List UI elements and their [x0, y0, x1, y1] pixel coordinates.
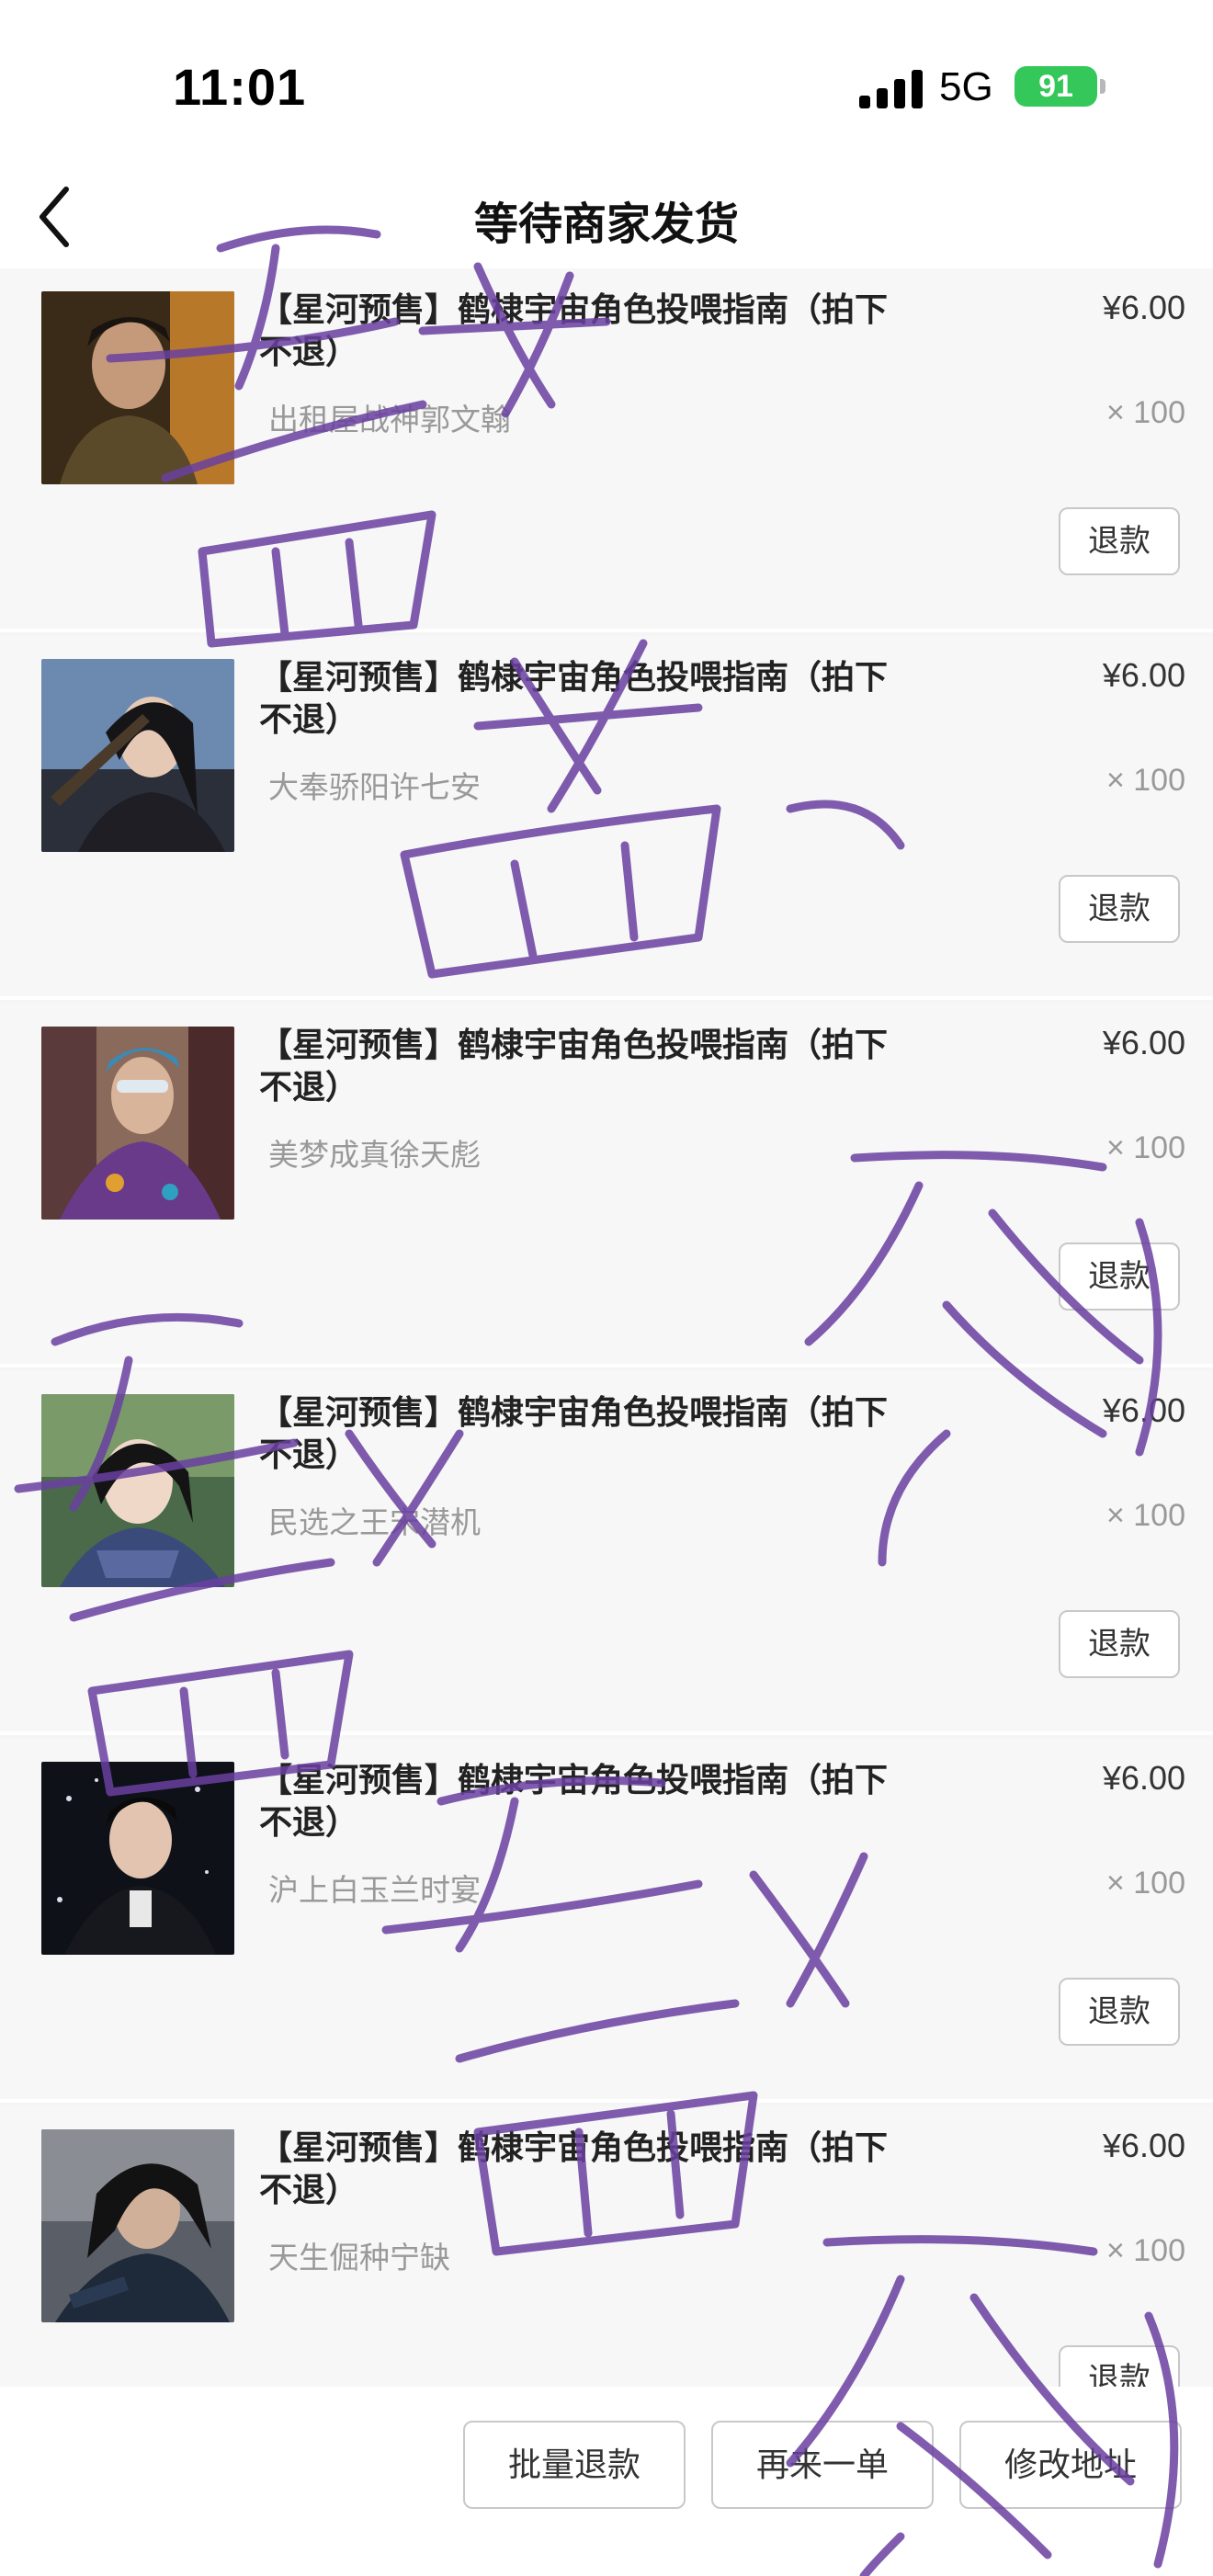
app-screen: 11:01 5G 91 等待商家发货 【星河预售】鹤棣宇宙角色投喂指南（拍下不退…: [0, 0, 1213, 2576]
product-quantity: × 100: [1105, 763, 1185, 798]
refund-button[interactable]: 退款: [1059, 1978, 1180, 2046]
product-title: 【星河预售】鹤棣宇宙角色投喂指南（拍下不退）: [259, 2128, 889, 2208]
product-price: ¥6.00: [1102, 1391, 1185, 1429]
signal-icon: [859, 68, 924, 108]
status-time: 11:01: [173, 58, 307, 116]
product-quantity: × 100: [1105, 1866, 1185, 1901]
product-quantity: × 100: [1105, 395, 1185, 430]
product-thumbnail[interactable]: [41, 2129, 234, 2322]
product-variant: 沪上白玉兰时宴: [268, 1873, 481, 1907]
product-title: 【星河预售】鹤棣宇宙角色投喂指南（拍下不退）: [259, 290, 889, 370]
product-variant: 出租屋战神郭文翰: [268, 403, 511, 437]
product-variant: 美梦成真徐天彪: [268, 1138, 481, 1172]
product-price: ¥6.00: [1102, 1024, 1185, 1061]
product-title: 【星河预售】鹤棣宇宙角色投喂指南（拍下不退）: [259, 658, 889, 738]
product-title: 【星河预售】鹤棣宇宙角色投喂指南（拍下不退）: [259, 1026, 889, 1106]
battery-tip: [1100, 79, 1105, 94]
order-item: 【星河预售】鹤棣宇宙角色投喂指南（拍下不退） 大奉骄阳许七安 ¥6.00 × 1…: [0, 636, 1213, 1000]
product-quantity: × 100: [1105, 2233, 1185, 2268]
edit-address-button[interactable]: 修改地址: [959, 2421, 1182, 2509]
order-item: 【星河预售】鹤棣宇宙角色投喂指南（拍下不退） 天生倔种宁缺 ¥6.00 × 10…: [0, 2106, 1213, 2387]
order-item-list: 【星河预售】鹤棣宇宙角色投喂指南（拍下不退） 出租屋战神郭文翰 ¥6.00 × …: [0, 268, 1213, 2387]
refund-button[interactable]: 退款: [1059, 2345, 1180, 2387]
refund-button[interactable]: 退款: [1059, 507, 1180, 575]
battery-icon: 91: [1015, 66, 1097, 107]
product-variant: 大奉骄阳许七安: [268, 770, 481, 804]
product-thumbnail[interactable]: [41, 1394, 234, 1587]
product-thumbnail[interactable]: [41, 1762, 234, 1955]
status-bar: 11:01 5G 91: [0, 0, 1213, 165]
product-thumbnail[interactable]: [41, 1027, 234, 1220]
product-price: ¥6.00: [1102, 656, 1185, 694]
network-label: 5G: [939, 64, 993, 109]
product-title: 【星河预售】鹤棣宇宙角色投喂指南（拍下不退）: [259, 1761, 889, 1841]
product-variant: 天生倔种宁缺: [268, 2241, 450, 2275]
batch-refund-button[interactable]: 批量退款: [463, 2421, 686, 2509]
product-variant: 民选之王宋潜机: [268, 1505, 481, 1539]
order-item: 【星河预售】鹤棣宇宙角色投喂指南（拍下不退） 美梦成真徐天彪 ¥6.00 × 1…: [0, 1004, 1213, 1367]
product-title: 【星河预售】鹤棣宇宙角色投喂指南（拍下不退）: [259, 1393, 889, 1473]
product-quantity: × 100: [1105, 1498, 1185, 1533]
order-item: 【星河预售】鹤棣宇宙角色投喂指南（拍下不退） 民选之王宋潜机 ¥6.00 × 1…: [0, 1371, 1213, 1735]
nav-bar: 等待商家发货: [0, 165, 1213, 268]
page-title: 等待商家发货: [473, 200, 739, 249]
order-item: 【星河预售】鹤棣宇宙角色投喂指南（拍下不退） 出租屋战神郭文翰 ¥6.00 × …: [0, 268, 1213, 632]
product-thumbnail[interactable]: [41, 291, 234, 484]
product-quantity: × 100: [1105, 1130, 1185, 1165]
bottom-action-bar: 批量退款 再来一单 修改地址: [0, 2387, 1213, 2576]
product-price: ¥6.00: [1102, 1759, 1185, 1797]
refund-button[interactable]: 退款: [1059, 875, 1180, 943]
order-item: 【星河预售】鹤棣宇宙角色投喂指南（拍下不退） 沪上白玉兰时宴 ¥6.00 × 1…: [0, 1739, 1213, 2103]
refund-button[interactable]: 退款: [1059, 1610, 1180, 1678]
refund-button[interactable]: 退款: [1059, 1243, 1180, 1311]
product-price: ¥6.00: [1102, 2127, 1185, 2164]
reorder-button[interactable]: 再来一单: [711, 2421, 934, 2509]
product-price: ¥6.00: [1102, 289, 1185, 326]
product-thumbnail[interactable]: [41, 659, 234, 852]
